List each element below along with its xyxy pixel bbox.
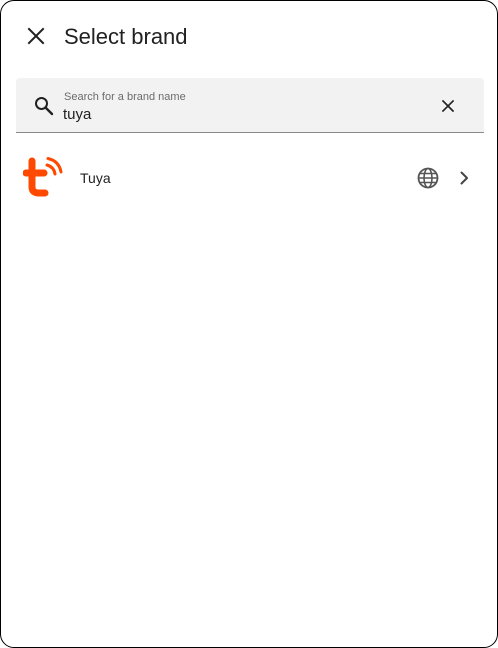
chevron-right-icon [460,171,468,185]
clear-icon [441,99,455,113]
brand-list: Tuya [1,145,497,211]
dialog-title: Select brand [64,24,188,49]
close-button[interactable] [15,15,57,57]
close-icon [27,27,45,45]
search-input[interactable] [63,104,423,124]
dialog-header: Select brand [1,1,497,73]
brand-name: Tuya [80,170,111,186]
search-icon [35,97,54,116]
tuya-logo [23,157,63,197]
globe-icon [417,167,439,189]
clear-search-button[interactable] [434,92,462,120]
search-field[interactable]: Search for a brand name [16,78,484,133]
search-label: Search for a brand name [64,91,186,103]
select-brand-dialog: Select brand Search for a brand name Tuy… [0,0,498,648]
brand-list-item[interactable]: Tuya [1,145,497,211]
